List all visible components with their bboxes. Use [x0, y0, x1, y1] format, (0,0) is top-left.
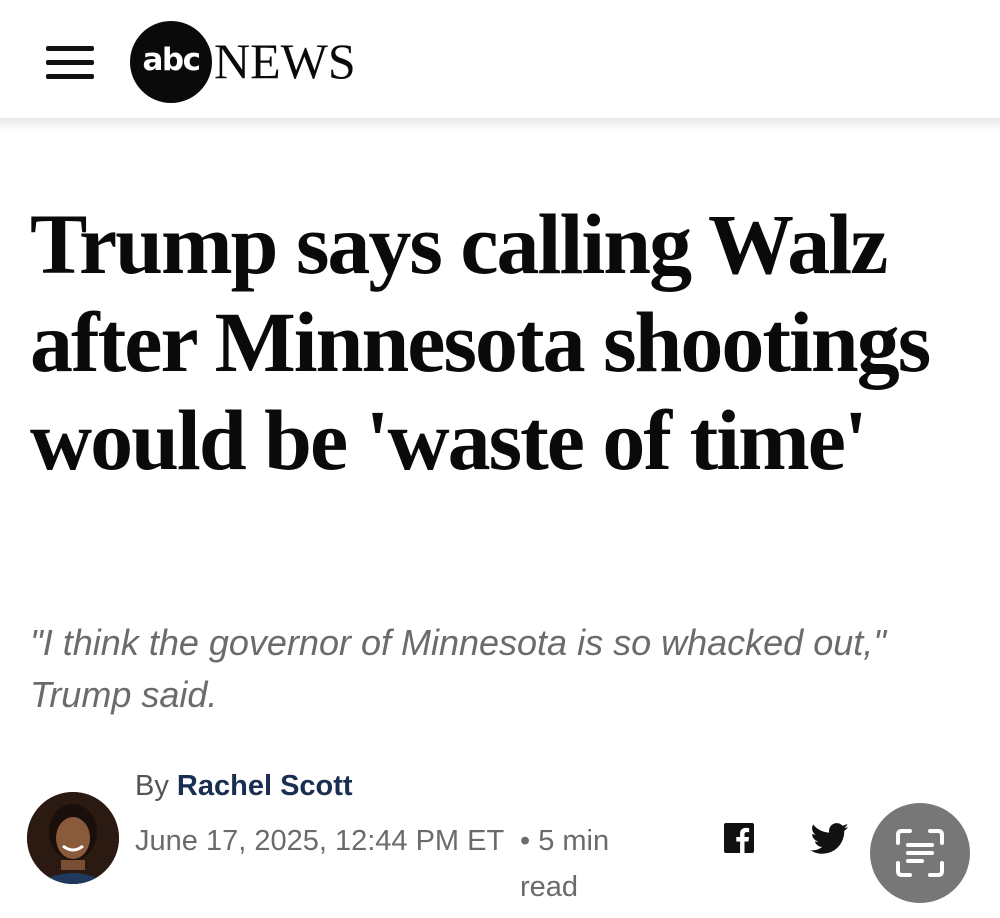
twitter-icon[interactable]	[810, 823, 850, 855]
publish-date: June 17, 2025, 12:44 PM ET	[135, 825, 505, 857]
facebook-icon[interactable]	[724, 823, 754, 853]
byline-prefix: By	[135, 770, 169, 802]
abc-news-logo[interactable]: abc NEWS	[130, 21, 356, 103]
article-subhead: "I think the governor of Minnesota is so…	[30, 622, 887, 715]
logo-news-text: NEWS	[214, 33, 356, 89]
abc-logo-circle: abc	[130, 21, 212, 103]
author-link[interactable]: Rachel Scott	[177, 770, 353, 802]
article-headline: Trump says calling Walz after Minnesota …	[30, 196, 931, 488]
read-time: • 5 min read	[520, 825, 610, 903]
author-avatar[interactable]	[27, 792, 119, 884]
logo-abc-text: abc	[142, 42, 202, 78]
hamburger-menu-icon[interactable]	[46, 44, 94, 80]
header-divider	[0, 118, 1000, 132]
text-scan-button[interactable]	[870, 803, 970, 903]
byline: By Rachel Scott	[135, 770, 353, 803]
text-scan-icon	[896, 829, 944, 877]
site-header: abc NEWS	[0, 0, 1000, 122]
